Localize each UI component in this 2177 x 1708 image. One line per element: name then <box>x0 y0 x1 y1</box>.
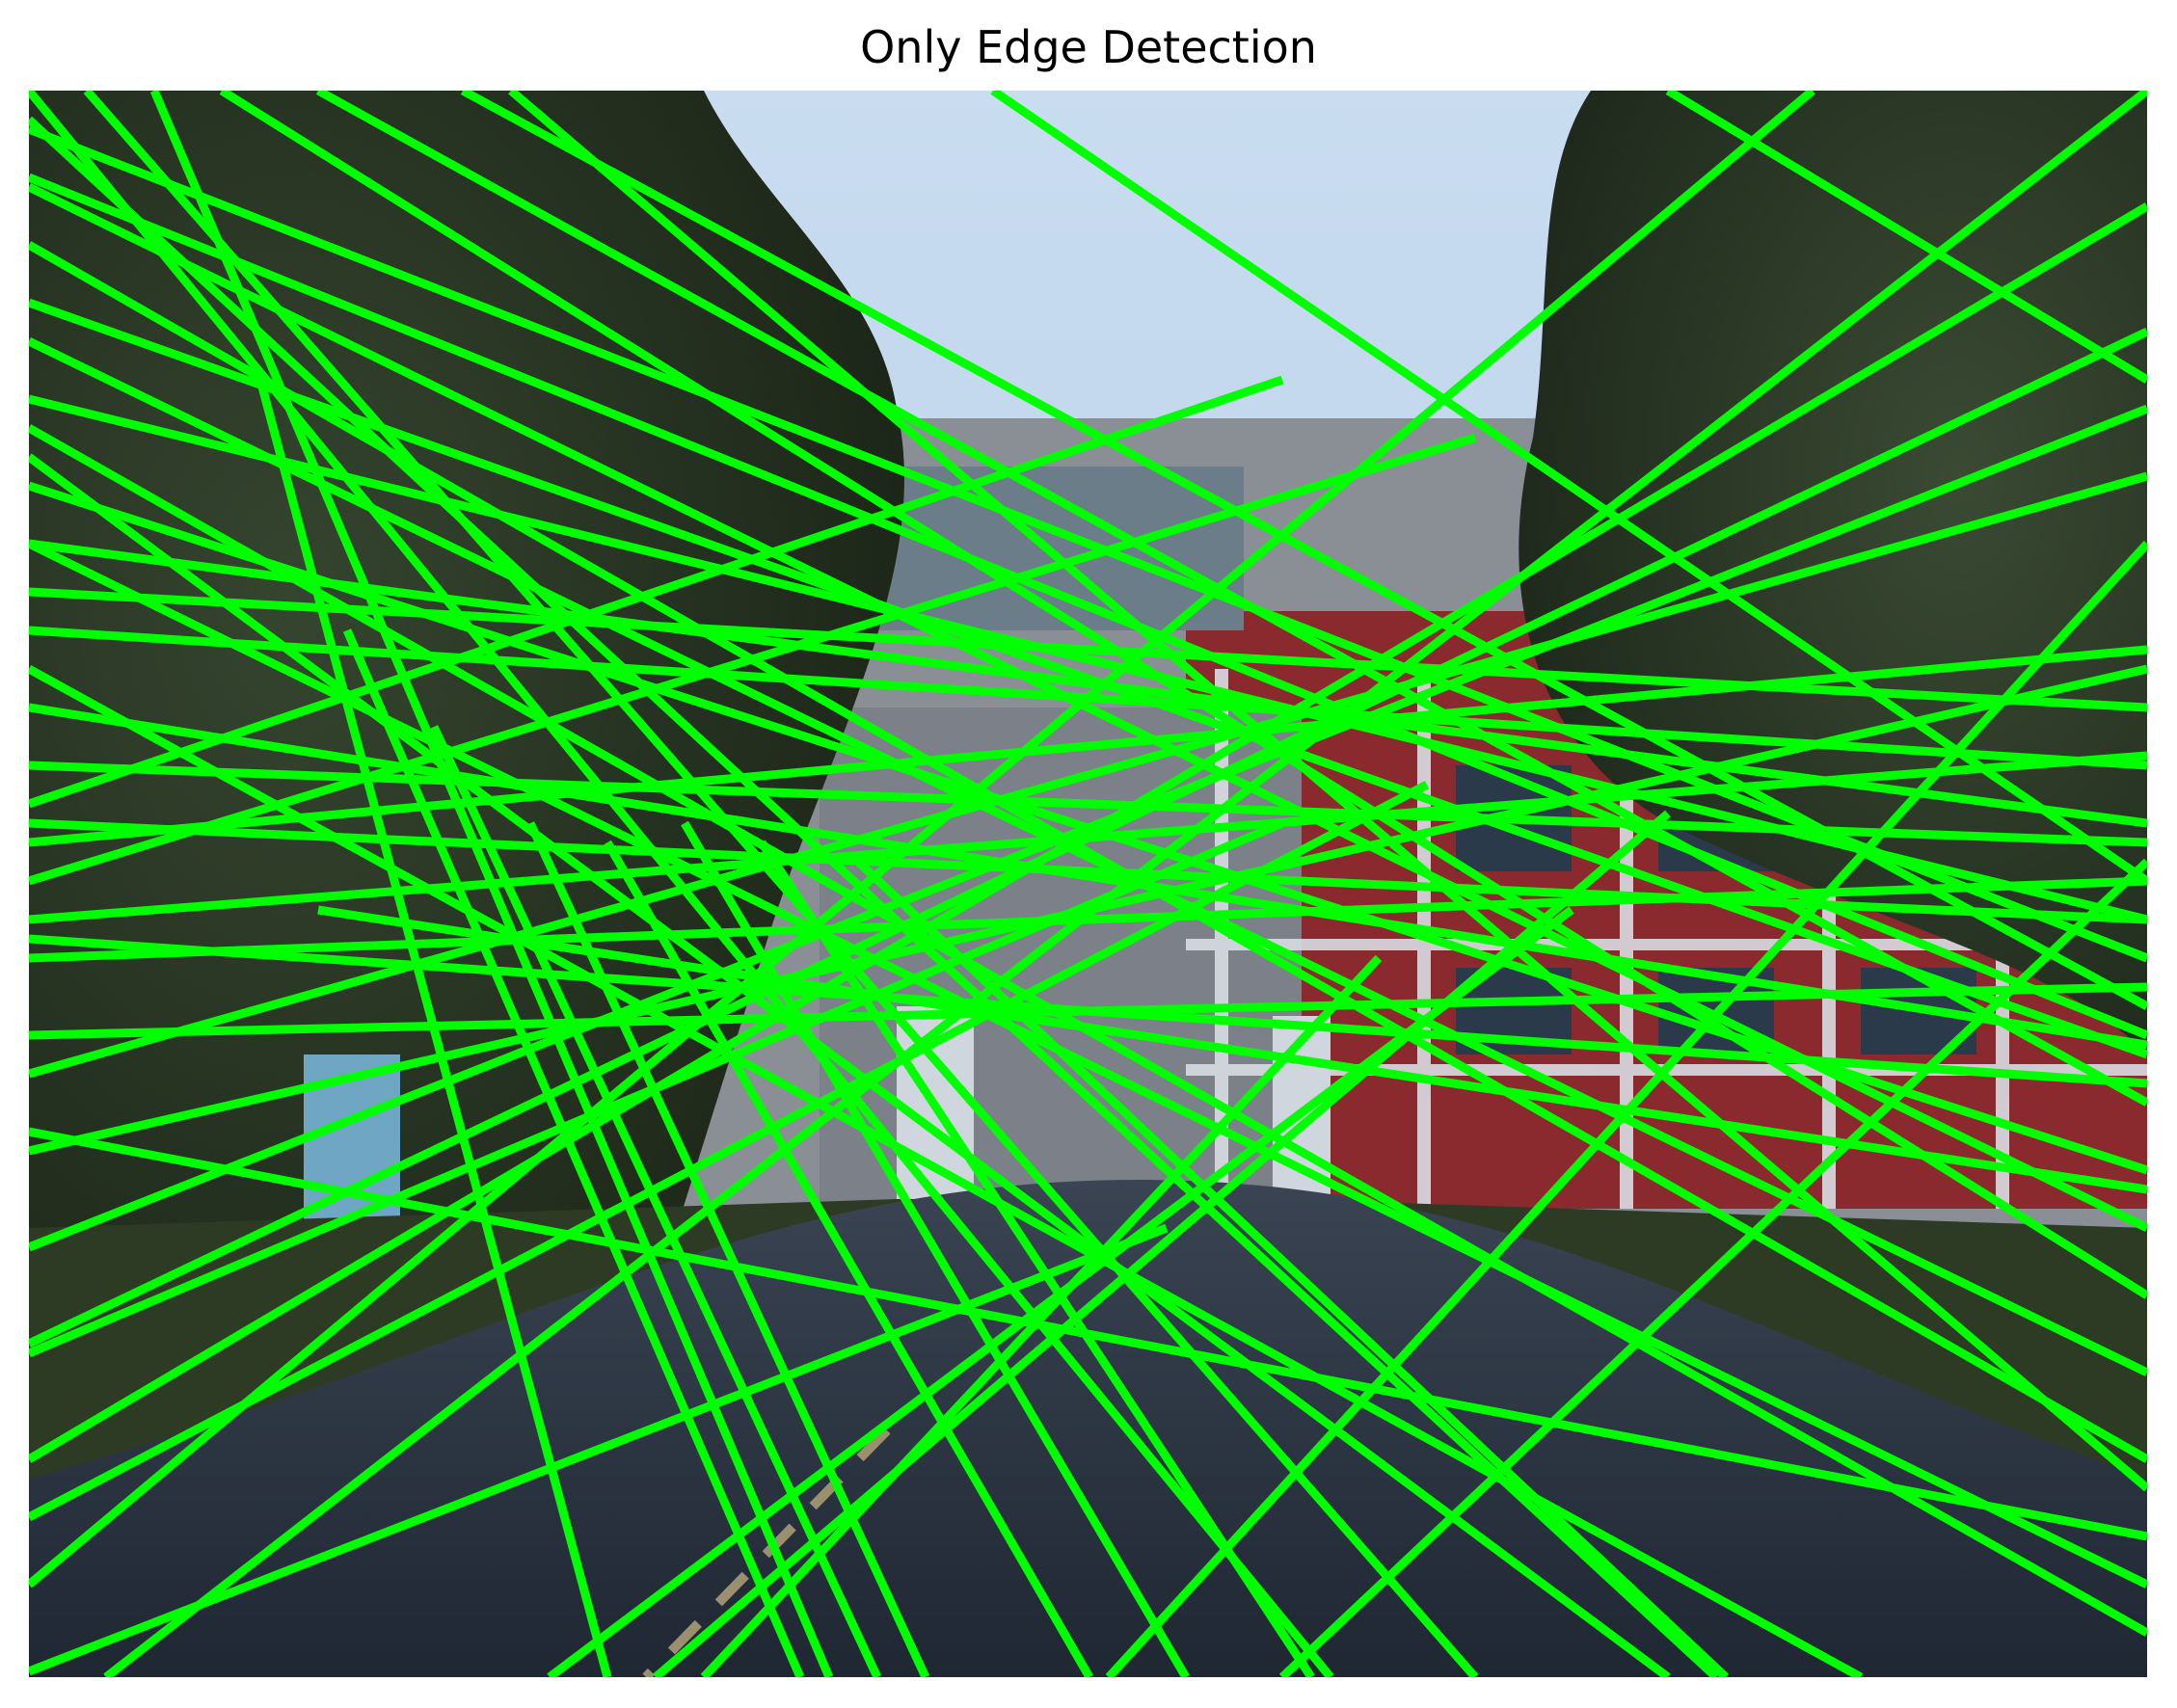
figure-title: Only Edge Detection <box>860 21 1317 73</box>
image-axes <box>29 91 2147 1677</box>
edge-overlay-photo <box>29 91 2147 1677</box>
